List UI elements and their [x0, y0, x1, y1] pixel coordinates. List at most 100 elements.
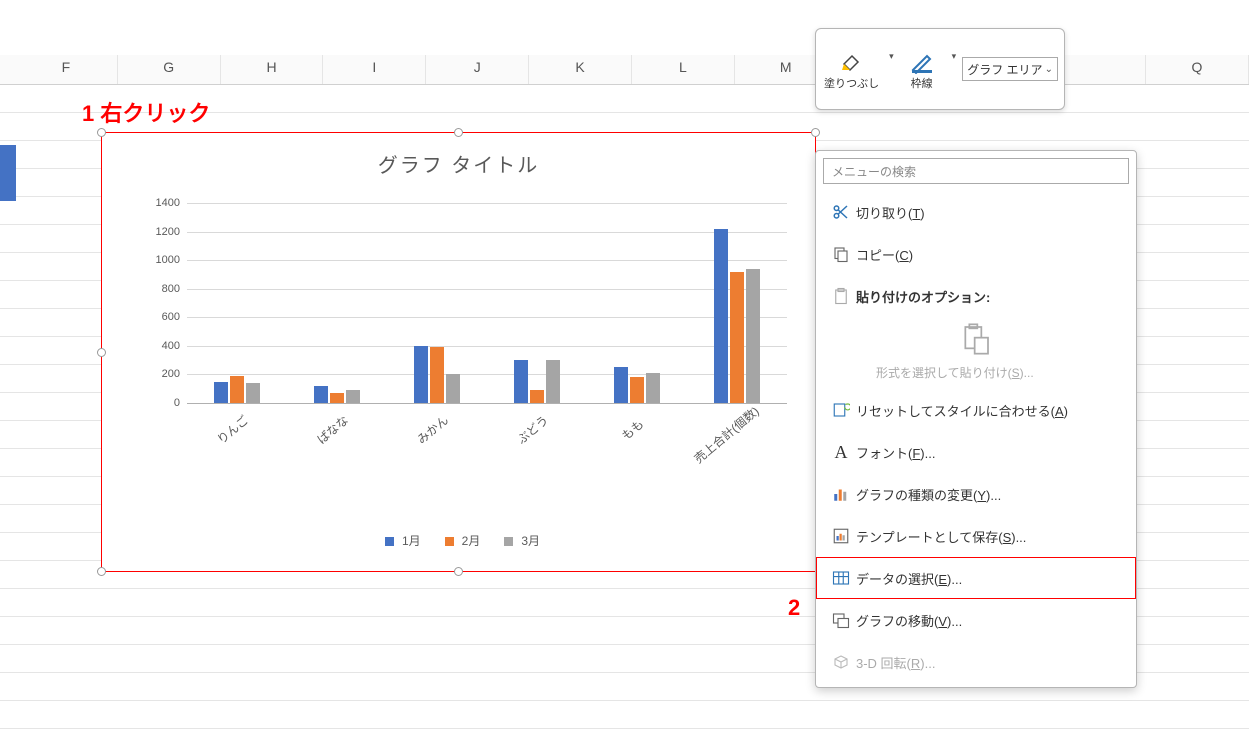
x-tick-label: ばなな	[313, 411, 352, 447]
menu-search-input[interactable]: メニューの検索	[823, 158, 1129, 184]
cube-icon	[826, 653, 856, 671]
col-header[interactable]: H	[221, 55, 324, 84]
menu-label: グラフの移動(V)...	[856, 611, 1126, 630]
resize-handle[interactable]	[454, 128, 463, 137]
bar[interactable]	[330, 393, 344, 403]
chevron-down-icon[interactable]: ▾	[889, 51, 894, 62]
menu-item-select-data[interactable]: データの選択(E)...	[816, 557, 1136, 599]
y-tick-label: 1400	[156, 197, 180, 209]
copy-icon	[826, 245, 856, 263]
bar[interactable]	[546, 360, 560, 403]
bar[interactable]	[430, 347, 444, 403]
resize-handle[interactable]	[97, 567, 106, 576]
x-tick-label: みかん	[413, 411, 452, 447]
menu-label: リセットしてスタイルに合わせる(A)	[856, 401, 1126, 420]
legend-swatch	[385, 537, 394, 546]
menu-item-change-chart-type[interactable]: グラフの種類の変更(Y)...	[816, 473, 1136, 515]
col-header[interactable]: K	[529, 55, 632, 84]
menu-item-3d-rotation: 3-D 回転(R)...	[816, 641, 1136, 683]
row-selection-stub	[0, 173, 16, 201]
y-tick-label: 1200	[156, 226, 180, 238]
menu-label: 3-D 回転(R)...	[856, 653, 1126, 672]
template-icon	[826, 527, 856, 545]
bar[interactable]	[346, 390, 360, 403]
bar[interactable]	[630, 377, 644, 403]
move-chart-icon	[826, 611, 856, 629]
y-tick-label: 800	[162, 283, 180, 295]
menu-label: テンプレートとして保存(S)...	[856, 527, 1126, 546]
bar[interactable]	[314, 386, 328, 403]
bar[interactable]	[214, 382, 228, 403]
border-label: 枠線	[911, 78, 933, 90]
y-tick-label: 600	[162, 311, 180, 323]
row-selection-stub	[0, 145, 16, 173]
x-tick-label: りんご	[213, 411, 252, 447]
col-header[interactable]: J	[426, 55, 529, 84]
paint-bucket-icon	[838, 48, 866, 76]
menu-item-move-chart[interactable]: グラフの移動(V)...	[816, 599, 1136, 641]
legend-item[interactable]: 2月	[437, 534, 481, 548]
chart-element-value: グラフ エリア	[967, 61, 1042, 78]
bar[interactable]	[446, 374, 460, 403]
bar[interactable]	[246, 383, 260, 403]
chevron-down-icon[interactable]: ▾	[952, 51, 957, 62]
bar[interactable]	[614, 367, 628, 403]
col-header[interactable]: I	[323, 55, 426, 84]
col-header[interactable]: Q	[1146, 55, 1249, 84]
y-tick-label: 0	[174, 397, 180, 409]
legend[interactable]: 1月 2月 3月	[102, 532, 815, 549]
context-menu: メニューの検索 切り取り(T) コピー(C) 貼り付けのオプション: 形式を選択…	[815, 150, 1137, 688]
border-button[interactable]: 枠線	[900, 46, 944, 92]
bar[interactable]	[714, 229, 728, 403]
legend-item[interactable]: 1月	[377, 534, 421, 548]
chevron-down-icon: ⌄	[1045, 64, 1053, 75]
resize-handle[interactable]	[97, 348, 106, 357]
legend-swatch	[445, 537, 454, 546]
bar[interactable]	[730, 272, 744, 403]
bars-layer	[187, 203, 787, 403]
menu-item-reset-style[interactable]: リセットしてスタイルに合わせる(A)	[816, 389, 1136, 431]
menu-item-save-template[interactable]: テンプレートとして保存(S)...	[816, 515, 1136, 557]
col-header[interactable]: F	[15, 55, 118, 84]
plot-area[interactable]: 0200400600800100012001400 りんごばななみかんぶどうもも…	[142, 203, 797, 453]
select-data-icon	[826, 569, 856, 587]
scissors-icon	[826, 203, 856, 221]
y-axis[interactable]: 0200400600800100012001400	[142, 203, 184, 403]
col-header[interactable]: L	[632, 55, 735, 84]
bar-chart-icon	[826, 485, 856, 503]
y-tick-label: 400	[162, 340, 180, 352]
menu-label: グラフの種類の変更(Y)...	[856, 485, 1126, 504]
menu-label: コピー(C)	[856, 245, 1126, 264]
resize-handle[interactable]	[454, 567, 463, 576]
chart-title[interactable]: グラフ タイトル	[102, 133, 815, 178]
bar[interactable]	[514, 360, 528, 403]
fill-button[interactable]: 塗りつぶし	[822, 46, 881, 92]
menu-search-placeholder: メニューの検索	[832, 163, 916, 180]
paste-option-icon[interactable]	[816, 317, 1136, 360]
col-header[interactable]: G	[118, 55, 221, 84]
x-axis-labels[interactable]: りんごばななみかんぶどうもも売上合計(個数)	[187, 411, 787, 471]
chart-element-select[interactable]: グラフ エリア ⌄	[962, 57, 1058, 81]
x-tick-label: もも	[618, 415, 647, 443]
legend-item[interactable]: 3月	[496, 534, 540, 548]
menu-label: データの選択(E)...	[856, 569, 1126, 588]
chart-object[interactable]: グラフ タイトル 0200400600800100012001400 りんごばな…	[101, 132, 816, 572]
pen-icon	[908, 48, 936, 76]
bar[interactable]	[230, 376, 244, 403]
bar[interactable]	[646, 373, 660, 403]
resize-handle[interactable]	[811, 128, 820, 137]
bar[interactable]	[414, 346, 428, 403]
x-tick-label: ぶどう	[513, 411, 552, 447]
bar[interactable]	[746, 269, 760, 403]
menu-label: 切り取り(T)	[856, 203, 1126, 222]
font-icon: A	[826, 442, 856, 463]
menu-item-copy[interactable]: コピー(C)	[816, 233, 1136, 275]
resize-handle[interactable]	[97, 128, 106, 137]
menu-label: フォント(F)...	[856, 443, 1126, 462]
menu-item-font[interactable]: A フォント(F)...	[816, 431, 1136, 473]
menu-label: 貼り付けのオプション:	[856, 287, 1126, 306]
menu-item-cut[interactable]: 切り取り(T)	[816, 191, 1136, 233]
bar[interactable]	[530, 390, 544, 403]
reset-icon	[826, 401, 856, 419]
menu-item-paste-special: 形式を選択して貼り付け(S)...	[816, 360, 1136, 389]
